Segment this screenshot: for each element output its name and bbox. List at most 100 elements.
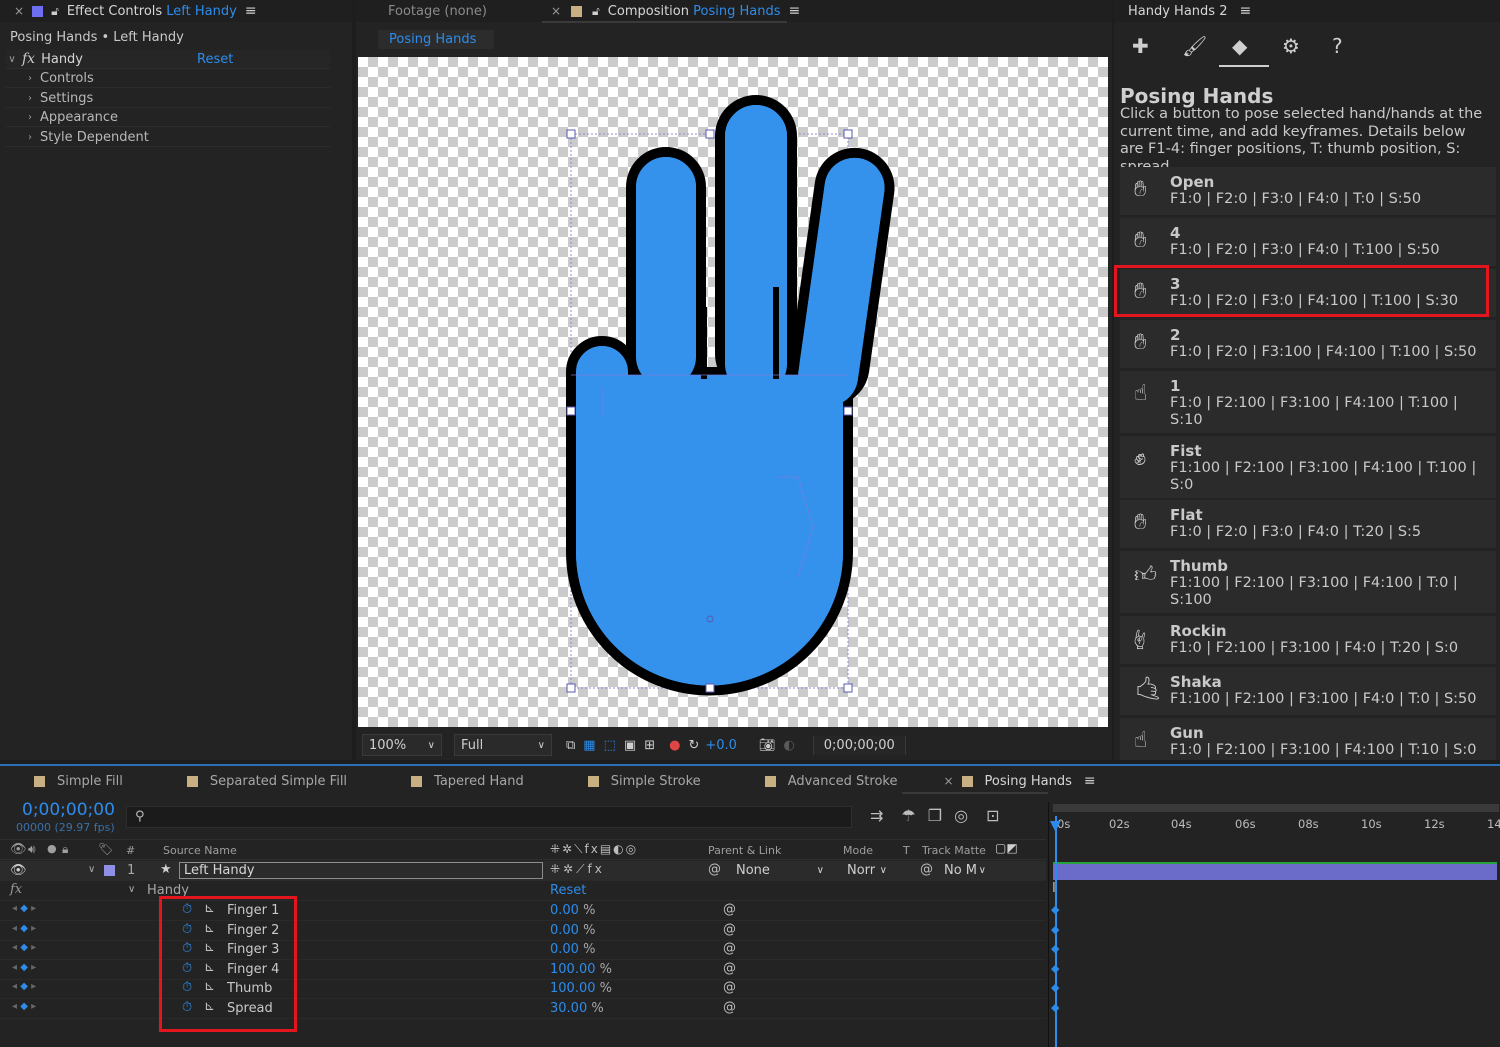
lock-icon[interactable]: 🔓︎ (51, 4, 59, 19)
effect-group-style-dependent[interactable]: › Style Dependent (6, 128, 330, 147)
transparency-grid-icon[interactable]: ▦ (583, 738, 595, 753)
zoom-select[interactable]: 100% ∨ (362, 734, 442, 756)
keyframe-diamond[interactable]: ◆ (1051, 962, 1059, 975)
brush-icon[interactable]: 🖌︎ (1182, 34, 1232, 58)
composition-tab[interactable]: Composition Posing Hands (608, 4, 781, 19)
reset-link[interactable]: Reset (197, 52, 233, 67)
expression-pickwhip-icon[interactable]: @ (723, 941, 736, 956)
pose-button-open[interactable]: ✋︎ Open F1:0 | F2:0 | F3:0 | F4:0 | T:0 | … (1120, 167, 1496, 215)
pose-button-2[interactable]: ✋︎ 2 F1:0 | F2:0 | F3:100 | F4:100 | T:100… (1120, 320, 1496, 368)
expression-pickwhip-icon[interactable]: @ (723, 980, 736, 995)
keyframe-diamond[interactable]: ◆ (1051, 903, 1059, 916)
keyframe-navigator[interactable]: ◂ ◆ ▸ (12, 903, 36, 914)
keyframe-navigator[interactable]: ◂ ◆ ▸ (12, 942, 36, 953)
effect-group-settings[interactable]: › Settings (6, 89, 330, 108)
time-ruler[interactable]: 0s 02s 04s 06s 08s 10s 12s 14 (1049, 814, 1500, 836)
add-icon[interactable]: ✚ (1132, 34, 1182, 58)
pose-button-thumb[interactable]: 👍︎ Thumb F1:100 | F2:100 | F3:100 | F4:100… (1120, 551, 1496, 613)
property-row-finger-3[interactable]: ◂ ◆ ▸ ⏱︎ ⊾ Finger 3 0.00 % @ (0, 940, 1046, 960)
layer-name-field[interactable]: Left Handy (179, 862, 543, 879)
footage-tab[interactable]: Footage (none) (388, 4, 487, 19)
property-value[interactable]: 30.00 % (550, 1001, 604, 1016)
chevron-down-icon[interactable]: ∨ (128, 884, 135, 895)
property-row-finger-4[interactable]: ◂ ◆ ▸ ⏱︎ ⊾ Finger 4 100.00 % @ (0, 960, 1046, 980)
property-value[interactable]: 100.00 % (550, 962, 612, 977)
viewer-timecode[interactable]: 0;00;00;00 (812, 735, 906, 755)
property-value[interactable]: 0.00 % (550, 942, 595, 957)
panel-menu-icon[interactable]: ≡ (1084, 773, 1096, 789)
source-name-header[interactable]: Source Name (163, 844, 237, 857)
parent-select[interactable]: None ∨ (730, 861, 830, 880)
panel-menu-icon[interactable]: ≡ (245, 3, 257, 19)
tab-advanced-stroke[interactable]: Advanced Stroke (764, 774, 897, 789)
shy-layers-icon[interactable]: ☂︎ (901, 806, 915, 825)
handy-hands-tab[interactable]: Handy Hands 2 (1128, 4, 1227, 19)
motion-blur-icon[interactable]: ◎ (954, 806, 968, 825)
matte-pickwhip-icon[interactable]: @ (920, 862, 933, 877)
effect-group-controls[interactable]: › Controls (6, 69, 330, 88)
reset-exposure-icon[interactable]: ↻ (688, 738, 699, 753)
effect-controls-tab[interactable]: Effect Controls Left Handy (67, 4, 237, 19)
property-row-finger-2[interactable]: ◂ ◆ ▸ ⏱︎ ⊾ Finger 2 0.00 % @ (0, 921, 1046, 941)
exposure-value[interactable]: +0.0 (705, 738, 737, 753)
layer-duration-bar[interactable] (1053, 862, 1497, 880)
property-value[interactable]: 0.00 % (550, 923, 595, 938)
frame-blending-icon[interactable]: ❐ (928, 806, 942, 825)
grid-guides-icon[interactable]: ⊞ (644, 738, 655, 753)
keyframe-navigator[interactable]: ◂ ◆ ▸ (12, 1001, 36, 1012)
chevron-down-icon[interactable]: ∨ (6, 54, 18, 65)
snapshot-icon[interactable]: 📷︎ (759, 738, 776, 753)
playhead-handle-icon[interactable]: ▼ (1050, 818, 1061, 834)
pose-button-rockin[interactable]: 🤘︎ Rockin F1:0 | F2:100 | F3:100 | F4:0 | … (1120, 616, 1496, 664)
show-snapshot-icon[interactable]: ◐ (783, 738, 794, 753)
effect-group-appearance[interactable]: › Appearance (6, 108, 330, 127)
comp-subtab[interactable]: Posing Hands (378, 30, 494, 49)
pickwhip-icon[interactable]: @ (708, 862, 721, 877)
gear-icon[interactable]: ⚙︎ (1282, 34, 1332, 58)
expression-pickwhip-icon[interactable]: @ (723, 961, 736, 976)
close-icon[interactable]: × (551, 4, 561, 18)
keyframe-diamond[interactable]: ◆ (1051, 942, 1059, 955)
close-icon[interactable]: × (14, 4, 24, 18)
hand-artwork[interactable] (358, 57, 1108, 727)
parent-link-header[interactable]: Parent & Link (708, 844, 781, 857)
fast-preview-icon[interactable]: ⧉ (566, 738, 575, 753)
effect-row-handy[interactable]: fx ∨ Handy Reset (0, 881, 1046, 901)
keyframe-diamond[interactable]: ◆ (1051, 1001, 1059, 1014)
audio-icon[interactable]: 🔊︎ (28, 842, 36, 857)
chevron-right-icon[interactable]: › (24, 132, 36, 143)
mask-path-icon[interactable]: ⬚ (604, 738, 616, 753)
keyframe-navigator[interactable]: ◂ ◆ ▸ (12, 981, 36, 992)
pose-button-4[interactable]: ✋︎ 4 F1:0 | F2:0 | F3:0 | F4:0 | T:100 | S… (1120, 218, 1496, 266)
keyframe-navigator[interactable]: ◂ ◆ ▸ (12, 923, 36, 934)
expression-pickwhip-icon[interactable]: @ (723, 1000, 736, 1015)
close-icon[interactable]: × (943, 774, 953, 788)
tab-tapered-hand[interactable]: Tapered Hand (411, 774, 524, 789)
composition-canvas[interactable] (358, 57, 1108, 727)
expression-pickwhip-icon[interactable]: @ (723, 902, 736, 917)
tab-simple-fill[interactable]: Simple Fill (34, 774, 123, 789)
mode-select[interactable]: Norr ∨ (843, 861, 891, 880)
comp-flowchart-icon[interactable]: ⇉ (870, 806, 883, 825)
tab-separated-simple-fill[interactable]: Separated Simple Fill (186, 774, 347, 789)
property-row-spread[interactable]: ◂ ◆ ▸ ⏱︎ ⊾ Spread 30.00 % @ (0, 999, 1046, 1019)
chevron-down-icon[interactable]: ∨ (88, 864, 95, 875)
keyframe-navigator[interactable]: ◂ ◆ ▸ (12, 962, 36, 973)
pose-button-shaka[interactable]: 🤙︎ Shaka F1:100 | F2:100 | F3:100 | F4:0 |… (1120, 667, 1496, 715)
work-area-bar[interactable] (1053, 804, 1499, 812)
tab-posing-hands[interactable]: Posing Hands (961, 774, 1072, 789)
solo-icon[interactable]: ● (47, 842, 57, 855)
layer-search-input[interactable]: ⚲ (126, 806, 852, 828)
pose-button-gun[interactable]: ☝︎ Gun F1:0 | F2:100 | F3:100 | F4:100 | T… (1120, 718, 1496, 760)
current-timecode[interactable]: 0;00;00;00 (22, 800, 115, 820)
label-icon[interactable]: 🏷︎ (98, 842, 113, 856)
time-graph[interactable]: 0s 02s 04s 06s 08s 10s 12s 14 ▼ I ◆ ◆ ◆ … (1048, 802, 1500, 1047)
pose-button-1[interactable]: ☝︎ 1 F1:0 | F2:100 | F3:100 | F4:100 | T:1… (1120, 371, 1496, 433)
eye-icon[interactable]: 👁︎ (10, 842, 27, 857)
graph-editor-icon[interactable]: ⊡ (986, 806, 999, 825)
tab-simple-stroke[interactable]: Simple Stroke (587, 774, 701, 789)
mode-header[interactable]: Mode (843, 844, 873, 857)
property-value[interactable]: 0.00 % (550, 903, 595, 918)
panel-menu-icon[interactable]: ≡ (788, 3, 800, 19)
property-row-thumb[interactable]: ◂ ◆ ▸ ⏱︎ ⊾ Thumb 100.00 % @ (0, 979, 1046, 999)
